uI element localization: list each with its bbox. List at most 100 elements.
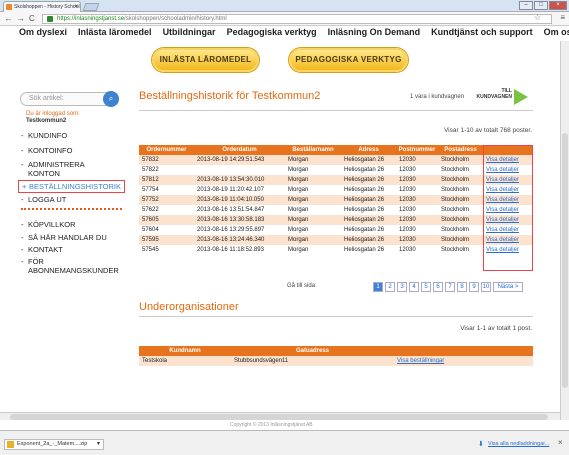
sidebar-item-for[interactable]: - FÖR	[21, 257, 44, 266]
table-row: 57832 2013-08-19 14:29:51.543 Morgan Helios…	[139, 155, 533, 165]
topmenu-om-oss[interactable]: Om oss	[544, 27, 569, 41]
table-cell: Morgan	[285, 165, 341, 175]
table-cell: 2013-08-19 11:04:10.050	[194, 195, 285, 205]
table-cell: Stockholm	[438, 185, 483, 195]
to-cart-label: TILL KUNDVAGNEN	[477, 88, 512, 100]
page-link-10[interactable]: 10	[481, 282, 491, 292]
to-cart-button[interactable]: TILL KUNDVAGNEN	[474, 88, 530, 106]
scroll-thumb[interactable]	[562, 133, 568, 388]
page-link-7[interactable]: 7	[445, 282, 455, 292]
close-download-bar-icon[interactable]: ×	[558, 438, 563, 447]
table-cell: Heliosgatan 26	[341, 205, 396, 215]
topmenu-om-dyslexi[interactable]: Om dyslexi	[19, 27, 67, 41]
sidebar-item-bestallningshistorik[interactable]: + BESTÄLLNINGSHISTORIK	[18, 180, 125, 193]
reload-icon[interactable]: C	[29, 14, 35, 23]
column-header	[394, 346, 533, 356]
details-column-highlight	[483, 145, 533, 271]
table-cell: 57754	[139, 185, 194, 195]
sidebar-item-kontoinfo[interactable]: - KONTOINFO	[21, 146, 72, 155]
column-header: Ordernummer	[139, 145, 194, 155]
view-orders-link[interactable]: Visa beställningar	[394, 356, 533, 366]
maximize-button[interactable]: □	[534, 1, 548, 10]
bookmark-star-icon[interactable]: ☆	[534, 14, 541, 22]
download-arrow-icon: ⬇	[478, 441, 484, 448]
sidebar-bullet: -	[21, 146, 24, 155]
sub-title: Underorganisationer	[139, 301, 239, 313]
table-cell: Morgan	[285, 185, 341, 195]
back-arrow-icon[interactable]: ←	[4, 13, 13, 23]
sidebar-item-konton[interactable]: KONTON	[21, 169, 60, 178]
sidebar-item-kontakt[interactable]: - KONTAKT	[21, 245, 63, 254]
table-cell: Morgan	[285, 225, 341, 235]
vertical-scrollbar[interactable]	[560, 41, 569, 420]
table-cell: Stockholm	[438, 225, 483, 235]
topmenu-inlasta-laromedel[interactable]: Inlästa läromedel	[78, 27, 152, 41]
table-cell: Stockholm	[438, 165, 483, 175]
chevron-down-icon[interactable]: ▾	[97, 440, 100, 449]
page-link-8[interactable]: 8	[457, 282, 467, 292]
sidebar-item-kopvillkor[interactable]: - KÖPVILLKOR	[21, 220, 76, 229]
table-row: Testskola Stubbsundsvägen11 Visa beställni…	[139, 356, 533, 366]
column-header: Orderdatum	[194, 145, 285, 155]
browser-menu-icon[interactable]: ≡	[560, 14, 565, 22]
page-link-4[interactable]: 4	[409, 282, 419, 292]
address-bar[interactable]: https://inlasningstjanst.se/skolshoppen/…	[42, 14, 565, 24]
page-link-1[interactable]: 1	[373, 282, 383, 292]
table-cell: 57832	[139, 155, 194, 165]
scroll-thumb[interactable]	[10, 414, 548, 420]
site-top-menu: Om dyslexi Inlästa läromedel Utbildninga…	[0, 27, 569, 41]
sidebar-item-logga-ut[interactable]: - LOGGA UT	[21, 195, 66, 204]
table-cell: Morgan	[285, 175, 341, 185]
close-window-button[interactable]: ×	[549, 1, 567, 10]
browser-tab[interactable]: Skolshoppen - History School ×	[3, 1, 81, 12]
table-row: 57604 2013-08-16 13:29:55.897 Morgan Helios…	[139, 225, 533, 235]
tab-close-icon[interactable]: ×	[74, 2, 78, 12]
minimize-button[interactable]: –	[519, 1, 533, 10]
page-link-9[interactable]: 9	[469, 282, 479, 292]
zip-file-icon	[7, 441, 14, 448]
column-header: Postnummer	[396, 145, 438, 155]
topmenu-kundtjanst[interactable]: Kundtjänst och support	[431, 27, 533, 41]
table-cell: 2013-08-16 11:18:52.893	[194, 245, 285, 255]
topmenu-utbildningar[interactable]: Utbildningar	[163, 27, 216, 41]
download-bar: Exponent_2a_-_Matem....zip ▾ ⬇ Visa alla…	[0, 430, 569, 455]
topmenu-inlasning-on-demand[interactable]: Inläsning On Demand	[328, 27, 421, 41]
table-cell: Stockholm	[438, 235, 483, 245]
table-cell: 57822	[139, 165, 194, 175]
sidebar-item-sa-har-handlar-du[interactable]: - SÅ HÄR HANDLAR DU	[21, 233, 107, 242]
inlasta-laromedel-button[interactable]: INLÄSTA LÄROMEDEL	[152, 48, 259, 72]
url-host: https://inlasningstjanst.se	[57, 16, 125, 22]
topmenu-pedagogiska-verktyg[interactable]: Pedagogiska verktyg	[227, 27, 317, 41]
table-cell: Heliosgatan 26	[341, 245, 396, 255]
sidebar-bullet: -	[21, 131, 24, 140]
forward-arrow-icon[interactable]: →	[16, 13, 25, 23]
sidebar-item-administrera[interactable]: - ADMINISTRERA	[21, 160, 85, 169]
table-row: 57752 2013-08-19 11:04:10.050 Morgan Helios…	[139, 195, 533, 205]
table-cell: Morgan	[285, 195, 341, 205]
page-link-5[interactable]: 5	[421, 282, 431, 292]
logged-in-label: Du är inloggad som:	[26, 111, 80, 117]
next-page-button[interactable]: Nästa >	[493, 282, 523, 292]
page-link-2[interactable]: 2	[385, 282, 395, 292]
horizontal-scrollbar[interactable]	[0, 412, 560, 420]
search-icon[interactable]: ⌕	[103, 91, 119, 107]
search-input[interactable]: Sök artikel: ⌕	[20, 91, 119, 107]
page-link-6[interactable]: 6	[433, 282, 443, 292]
show-all-downloads-link[interactable]: Visa alla nedladdningar...	[488, 441, 549, 447]
sidebar-item-abonnemangskunder[interactable]: ABONNEMANGSKUNDER	[21, 266, 119, 275]
column-header: Postadress	[438, 145, 483, 155]
orders-header-row: Ordernummer Orderdatum Beställarnamn Adr…	[139, 145, 533, 155]
column-header: Adress	[341, 145, 396, 155]
new-tab-button[interactable]	[82, 3, 100, 11]
sidebar-bullet: +	[22, 182, 27, 191]
table-cell: Heliosgatan 26	[341, 215, 396, 225]
table-cell: Morgan	[285, 155, 341, 165]
orders-table: Ordernummer Orderdatum Beställarnamn Adr…	[139, 145, 533, 255]
pedagogiska-verktyg-button[interactable]: PEDAGOGISKA VERKTYG	[289, 48, 408, 72]
page-link-3[interactable]: 3	[397, 282, 407, 292]
sidebar-item-label: SÅ HÄR HANDLAR DU	[28, 233, 107, 242]
download-item[interactable]: Exponent_2a_-_Matem....zip ▾	[4, 439, 104, 450]
sidebar-item-kundinfo[interactable]: - KUNDINFO	[21, 131, 67, 140]
table-cell	[194, 165, 285, 175]
sidebar-item-label: BESTÄLLNINGSHISTORIK	[29, 182, 121, 191]
